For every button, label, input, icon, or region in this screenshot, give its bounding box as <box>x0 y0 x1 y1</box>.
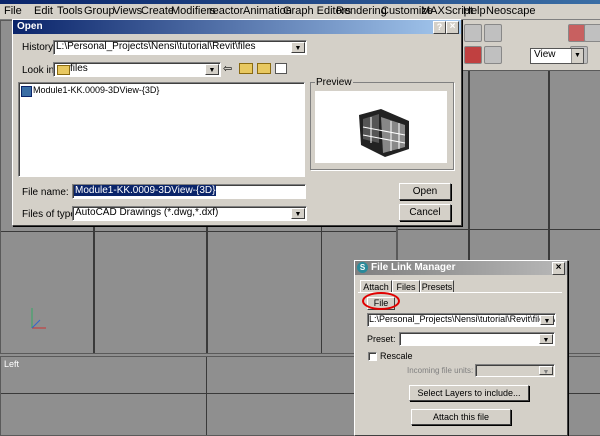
open-dialog-title: Open <box>17 21 43 32</box>
menu-file[interactable]: File <box>4 5 22 17</box>
chevron-down-icon: ▼ <box>540 315 554 325</box>
incoming-units-dropdown: ▼ <box>475 364 555 377</box>
flm-title: File Link Manager <box>371 262 456 273</box>
highlight-circle <box>362 292 400 310</box>
attach-file-button[interactable]: Attach this file <box>411 409 511 425</box>
dwg-file-icon <box>21 86 32 97</box>
flm-titlebar: S File Link Manager × <box>355 261 567 275</box>
preview-label: Preview <box>315 77 353 88</box>
history-value: L:\Personal_Projects\Nensi\tutorial\Revi… <box>56 41 256 52</box>
lookin-label: Look in: <box>22 65 58 76</box>
preview-group: Preview <box>310 77 454 170</box>
menu-tools[interactable]: Tools <box>57 5 83 17</box>
filetype-label: Files of type: <box>22 209 79 220</box>
rescale-checkbox[interactable] <box>368 352 377 361</box>
chevron-down-icon: ▼ <box>291 42 305 53</box>
align-tool-icon[interactable] <box>484 24 502 42</box>
up-folder-icon[interactable] <box>239 63 253 74</box>
preset-dropdown[interactable]: ▼ <box>399 332 555 346</box>
new-folder-icon[interactable] <box>257 63 271 74</box>
building-thumbnail-icon <box>359 109 409 157</box>
lookin-dropdown[interactable]: files ▼ <box>53 62 221 77</box>
view-dropdown[interactable]: View ▼ <box>530 48 584 64</box>
folder-icon <box>57 65 70 75</box>
chevron-down-icon: ▼ <box>539 334 553 344</box>
path-dropdown[interactable]: L:\Personal_Projects\Nensi\tutorial\Revi… <box>367 313 556 327</box>
filetype-dropdown[interactable]: AutoCAD Drawings (*.dwg,*.dxf) ▼ <box>72 206 307 221</box>
menu-neoscape[interactable]: Neoscape <box>486 5 536 17</box>
teapot-icon[interactable] <box>484 46 502 64</box>
filetype-value: AutoCAD Drawings (*.dwg,*.dxf) <box>75 207 219 218</box>
viewport-label: Left <box>4 359 20 369</box>
history-dropdown[interactable]: L:\Personal_Projects\Nensi\tutorial\Revi… <box>53 40 307 55</box>
back-arrow-icon[interactable]: ⇦ <box>223 62 232 75</box>
menu-bar: File Edit Tools Group Views Create Modif… <box>0 4 600 20</box>
chevron-down-icon: ▼ <box>205 64 219 75</box>
preview-image <box>315 91 447 163</box>
menu-reactor[interactable]: reactor <box>209 5 243 17</box>
menu-create[interactable]: Create <box>141 5 174 17</box>
view-dropdown-value: View <box>534 49 556 60</box>
filename-input[interactable]: Module1-KK.0009-3DView-{3D} <box>72 184 306 199</box>
chevron-down-icon: ▼ <box>291 208 305 219</box>
lookin-value: files <box>70 63 88 74</box>
menu-group[interactable]: Group <box>84 5 115 17</box>
history-label: History: <box>22 42 56 53</box>
open-button[interactable]: Open <box>399 183 451 200</box>
open-dialog: Open ? × History: L:\Personal_Projects\N… <box>12 19 462 226</box>
file-link-manager-panel: S File Link Manager × Attach Files Prese… <box>354 260 568 436</box>
help-button[interactable]: ? <box>433 21 446 34</box>
settings-icon[interactable] <box>584 24 600 42</box>
menu-rendering[interactable]: Rendering <box>336 5 387 17</box>
view-menu-icon[interactable] <box>275 63 287 74</box>
preset-label: Preset: <box>367 334 396 344</box>
open-dialog-titlebar: Open ? × <box>13 20 461 34</box>
material-editor-icon[interactable] <box>464 46 482 64</box>
select-layers-button[interactable]: Select Layers to include... <box>409 385 529 401</box>
close-button[interactable]: × <box>446 21 459 34</box>
menu-edit[interactable]: Edit <box>34 5 53 17</box>
menu-views[interactable]: Views <box>113 5 142 17</box>
filename-label: File name: <box>22 187 69 198</box>
cancel-button[interactable]: Cancel <box>399 204 451 221</box>
file-item-name: Module1-KK.0009-3DView-{3D} <box>33 85 160 95</box>
menu-help[interactable]: Help <box>463 5 486 17</box>
file-list[interactable]: Module1-KK.0009-3DView-{3D} <box>18 82 305 177</box>
axis-tripod-icon <box>31 308 46 329</box>
close-button[interactable]: × <box>552 262 565 275</box>
chevron-down-icon: ▼ <box>539 366 553 376</box>
chevron-down-icon: ▼ <box>571 49 583 63</box>
incoming-units-label: Incoming file units: <box>407 366 474 375</box>
filename-value: Module1-KK.0009-3DView-{3D} <box>74 185 217 196</box>
path-value: L:\Personal_Projects\Nensi\tutorial\Revi… <box>369 314 556 324</box>
rescale-label: Rescale <box>380 351 413 361</box>
cube-tool-icon[interactable] <box>464 24 482 42</box>
app-logo-icon: S <box>357 262 368 273</box>
